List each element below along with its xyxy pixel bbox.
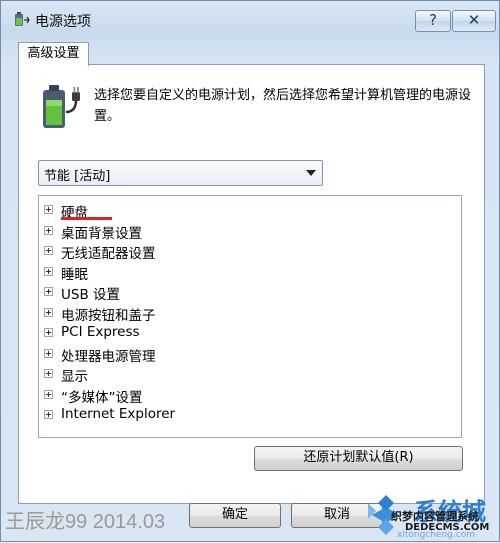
expand-icon[interactable] bbox=[44, 267, 53, 276]
tree-item-label: 桌面背景设置 bbox=[61, 226, 142, 242]
tree-item-label: 处理器电源管理 bbox=[61, 349, 156, 365]
power-plan-select[interactable]: 节能 [活动] bbox=[38, 160, 323, 186]
expand-icon[interactable] bbox=[44, 205, 53, 214]
red-underline-annotation bbox=[61, 217, 112, 220]
expand-icon[interactable] bbox=[44, 328, 53, 337]
description-text: 选择您要自定义的电源计划，然后选择您希望计算机管理的电源设置。 bbox=[94, 88, 472, 124]
power-options-window: 电源选项 ? ✕ 高级设置 选择您要自定义的电源计划，然后选择您希望计算机管理的… bbox=[0, 0, 500, 542]
expand-icon[interactable] bbox=[44, 349, 53, 358]
help-button[interactable]: ? bbox=[415, 10, 451, 32]
expand-icon[interactable] bbox=[44, 410, 53, 419]
title-bar: 电源选项 ? ✕ bbox=[1, 1, 499, 37]
tree-item-label: 无线适配器设置 bbox=[61, 246, 156, 262]
tree-item-label: “多媒体”设置 bbox=[61, 390, 143, 406]
restore-defaults-button[interactable]: 还原计划默认值(R) bbox=[254, 446, 463, 471]
window-title: 电源选项 bbox=[35, 14, 91, 30]
expand-icon[interactable] bbox=[44, 308, 53, 317]
power-plan-select-value: 节能 [活动] bbox=[44, 169, 111, 184]
ok-button[interactable]: 确定 bbox=[189, 503, 281, 528]
tab-advanced-settings[interactable]: 高级设置 bbox=[18, 42, 89, 66]
tree-item-label: 显示 bbox=[61, 369, 88, 385]
close-button[interactable]: ✕ bbox=[452, 10, 496, 32]
expand-icon[interactable] bbox=[44, 390, 53, 399]
tree-item-label: USB 设置 bbox=[61, 287, 121, 303]
battery-plug-icon bbox=[43, 85, 80, 128]
power-options-icon bbox=[15, 12, 30, 26]
logo-url-secondary: xitongcheng.com bbox=[397, 530, 475, 540]
expand-icon[interactable] bbox=[44, 369, 53, 378]
tree-item-label: Internet Explorer bbox=[61, 406, 176, 422]
chevron-down-icon bbox=[306, 170, 316, 176]
power-settings-tree[interactable]: 硬盘 桌面背景设置 无线适配器设置 睡眠 USB 设置 电源按钮和盖子 PCI … bbox=[38, 195, 462, 438]
tree-item-label: 睡眠 bbox=[61, 267, 88, 283]
expand-icon[interactable] bbox=[44, 246, 53, 255]
tree-item-label: 电源按钮和盖子 bbox=[61, 308, 156, 324]
advanced-settings-pane: 选择您要自定义的电源计划，然后选择您希望计算机管理的电源设置。 节能 [活动] … bbox=[18, 64, 485, 504]
tree-item-label: PCI Express bbox=[61, 324, 140, 340]
expand-icon[interactable] bbox=[44, 226, 53, 235]
author-watermark: 王辰龙99 2014.03 bbox=[5, 511, 166, 533]
expand-icon[interactable] bbox=[44, 287, 53, 296]
